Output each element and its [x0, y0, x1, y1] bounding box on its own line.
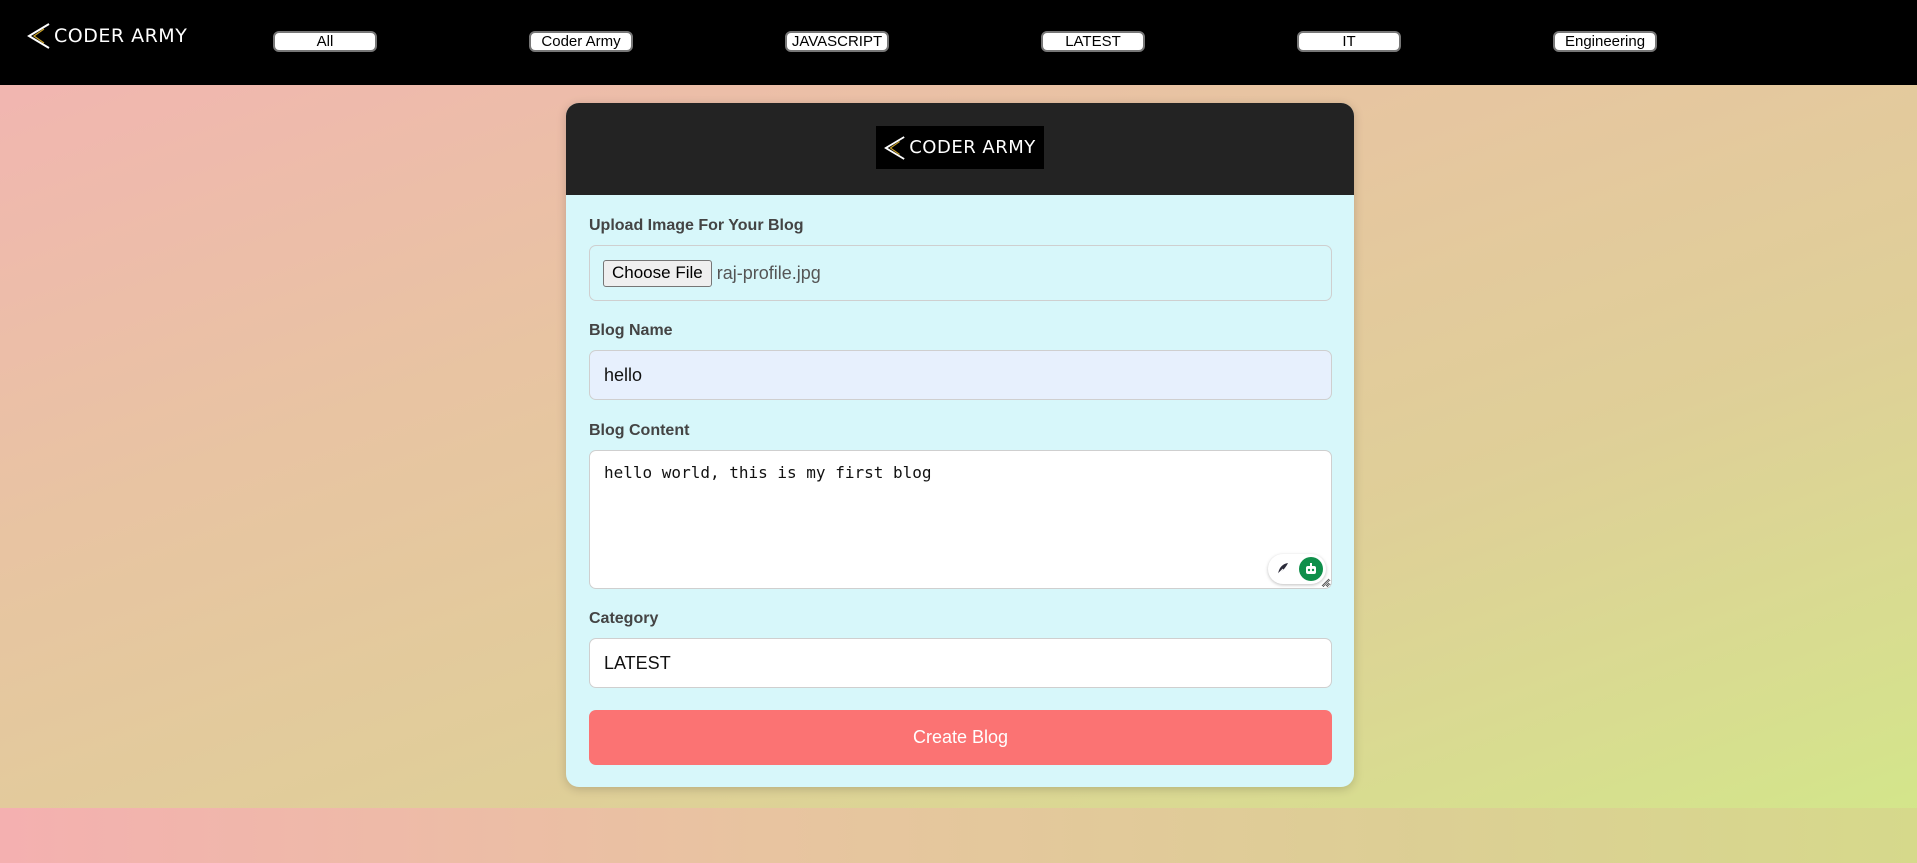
form-logo-text: CODER ARMY: [909, 137, 1036, 158]
top-navbar: CODER ARMY All Coder Army JAVASCRIPT LAT…: [0, 0, 1917, 85]
form-logo-chevron-icon: [884, 135, 905, 160]
form-header: CODER ARMY: [566, 103, 1354, 195]
category-label: Category: [589, 610, 659, 627]
feather-icon[interactable]: [1271, 557, 1295, 581]
nav-item-engineering[interactable]: Engineering: [1553, 31, 1657, 52]
nav-item-coder-army[interactable]: Coder Army: [529, 31, 633, 52]
brand-name: CODER ARMY: [54, 25, 188, 47]
choose-file-button[interactable]: Choose File: [603, 259, 712, 287]
nav-item-it[interactable]: IT: [1297, 31, 1401, 52]
blog-content-label: Blog Content: [589, 422, 690, 439]
blog-name-input[interactable]: [589, 350, 1332, 400]
brand-chevron-icon: [27, 23, 50, 49]
extension-icons: [1268, 554, 1326, 584]
brand-logo[interactable]: CODER ARMY: [27, 22, 187, 50]
upload-label: Upload Image For Your Blog: [589, 217, 804, 234]
nav-item-javascript[interactable]: JAVASCRIPT: [785, 31, 889, 52]
image-upload-field[interactable]: Choose File raj-profile.jpg: [589, 245, 1332, 301]
form-logo: CODER ARMY: [876, 126, 1044, 169]
create-blog-form: CODER ARMY Upload Image For Your Blog Ch…: [566, 103, 1354, 787]
footer-band: [0, 808, 1917, 863]
blog-name-label: Blog Name: [589, 322, 673, 339]
nav-item-all[interactable]: All: [273, 31, 377, 52]
nav-item-latest[interactable]: LATEST: [1041, 31, 1145, 52]
category-input[interactable]: [589, 638, 1332, 688]
selected-file-name: raj-profile.jpg: [716, 262, 821, 283]
blog-content-textarea[interactable]: hello world, this is my first blog: [589, 450, 1332, 589]
resize-handle-icon[interactable]: [1321, 578, 1330, 587]
bot-icon[interactable]: [1299, 557, 1323, 581]
create-blog-button[interactable]: Create Blog: [589, 710, 1332, 765]
